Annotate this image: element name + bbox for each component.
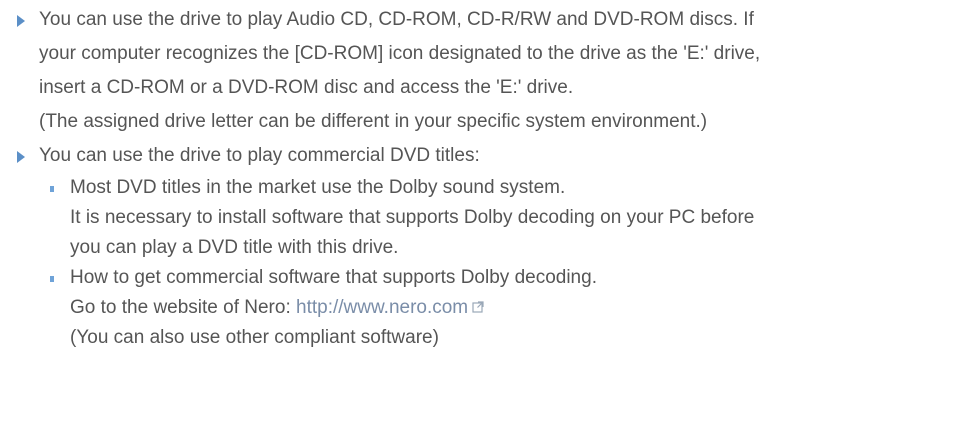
link-line: Go to the website of Nero: http://www.ne… (70, 293, 967, 323)
text-line: (You can also use other compliant softwa… (70, 327, 439, 348)
text-line: your computer recognizes the [CD-ROM] ic… (39, 43, 761, 64)
bullet-item: You can use the drive to play Audio CD, … (0, 3, 967, 139)
text-line: you can play a DVD title with this drive… (70, 237, 399, 258)
text-line: It is necessary to install software that… (70, 207, 755, 228)
nero-website-link[interactable]: http://www.nero.com (296, 297, 468, 318)
bullet-item: You can use the drive to play commercial… (0, 139, 967, 173)
sub-bullet-item: How to get commercial software that supp… (0, 263, 967, 353)
text-line: insert a CD-ROM or a DVD-ROM disc and ac… (39, 77, 574, 98)
text-line: You can use the drive to play Audio CD, … (39, 9, 754, 30)
text-line: You can use the drive to play commercial… (39, 145, 480, 166)
external-link-icon[interactable] (472, 300, 485, 313)
square-bullet-icon (50, 276, 54, 282)
document-body: You can use the drive to play Audio CD, … (0, 0, 967, 353)
link-prefix: Go to the website of Nero: (70, 297, 297, 318)
square-bullet-icon (50, 186, 54, 192)
triangle-bullet-icon (17, 15, 25, 27)
text-line: How to get commercial software that supp… (70, 267, 597, 288)
text-line: (The assigned drive letter can be differ… (39, 111, 708, 132)
triangle-bullet-icon (17, 151, 25, 163)
text-line: Most DVD titles in the market use the Do… (70, 177, 566, 198)
sub-bullet-item: Most DVD titles in the market use the Do… (0, 173, 967, 263)
